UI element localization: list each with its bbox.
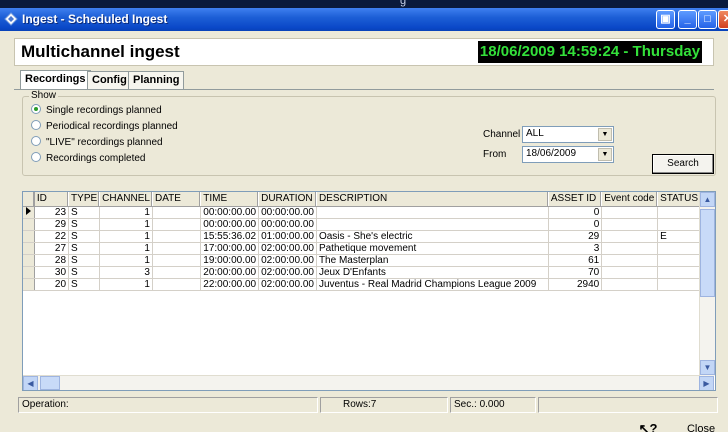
column-header-time[interactable]: TIME (200, 192, 260, 207)
column-header-status[interactable]: STATUS (657, 192, 702, 207)
scroll-right-icon[interactable]: ▶ (699, 376, 714, 390)
horizontal-scroll-thumb[interactable] (40, 376, 60, 390)
column-header-event-code[interactable]: Event code (601, 192, 659, 207)
tab-config[interactable]: Config (87, 71, 132, 89)
title-bar[interactable]: Ingest - Scheduled Ingest ▣ _ □ ✕ (0, 8, 728, 31)
radio-checked-icon[interactable] (31, 104, 41, 114)
maximize-button[interactable]: □ (698, 10, 717, 29)
top-strip-text: g (400, 0, 407, 7)
radio-recordings-completed[interactable]: Recordings completed (31, 152, 146, 166)
top-strip: g (0, 0, 728, 8)
horizontal-scrollbar[interactable]: ◀ ▶ (23, 375, 714, 390)
table-row[interactable]: 27 S 1 17:00:00.00 02:00:00.00 Pathetiqu… (23, 242, 715, 255)
radio-single-recordings[interactable]: Single recordings planned (31, 104, 162, 118)
page-title: Multichannel ingest (21, 42, 180, 61)
clock-display: 18/06/2009 14:59:24 - Thursday (478, 41, 702, 63)
table-header-row: ID TYPE CHANNEL DATE TIME DURATION DESCR… (23, 192, 715, 207)
status-extra (538, 397, 718, 413)
table-row[interactable]: 20 S 1 22:00:00.00 02:00:00.00 Juventus … (23, 278, 715, 291)
status-rows: Rows:7 (320, 397, 448, 413)
channel-select[interactable]: ALL ▼ (522, 126, 614, 143)
close-window-button[interactable]: ✕ (718, 10, 728, 29)
scroll-down-icon[interactable]: ▼ (700, 360, 715, 375)
status-bar: Operation: Rows:7 Sec.: 0.000 (18, 397, 718, 413)
table-row[interactable]: 28 S 1 19:00:00.00 02:00:00.00 The Maste… (23, 254, 715, 267)
tab-planning[interactable]: Planning (128, 71, 185, 89)
channel-label: Channel (483, 129, 521, 140)
status-seconds: Sec.: 0.000 (450, 397, 536, 413)
table-row[interactable]: 23 S 1 00:00:00.00 00:00:00.00 0 (23, 206, 715, 219)
column-header-asset-id[interactable]: ASSET ID (548, 192, 603, 207)
recordings-grid[interactable]: ID TYPE CHANNEL DATE TIME DURATION DESCR… (22, 191, 716, 391)
column-header-type[interactable]: TYPE (68, 192, 101, 207)
search-button[interactable]: Search (652, 154, 714, 174)
from-label: From (483, 149, 507, 160)
vertical-scrollbar[interactable]: ▲ ▼ (699, 192, 715, 376)
vertical-scroll-thumb[interactable] (700, 209, 715, 297)
row-header-corner (23, 192, 35, 207)
from-date-picker[interactable]: 18/06/2009 ▼ (522, 146, 614, 163)
app-header: Multichannel ingest 18/06/2009 14:59:24 … (14, 38, 714, 66)
help-button[interactable]: ↖? (628, 420, 668, 432)
tab-panel-border (14, 89, 714, 90)
ingest-window: Ingest - Scheduled Ingest ▣ _ □ ✕ Multic… (0, 8, 728, 432)
column-header-description[interactable]: DESCRIPTION (316, 192, 549, 207)
app-icon (4, 12, 18, 26)
tab-recordings[interactable]: Recordings (20, 70, 91, 90)
chevron-down-icon[interactable]: ▼ (598, 128, 612, 141)
minimize-button[interactable]: _ (678, 10, 697, 29)
current-row-icon (23, 206, 35, 219)
radio-icon[interactable] (31, 136, 41, 146)
status-operation: Operation: (18, 397, 318, 413)
table-row[interactable]: 30 S 3 20:00:00.00 02:00:00.00 Jeux D'En… (23, 266, 715, 279)
column-header-duration[interactable]: DURATION (258, 192, 317, 207)
radio-live-recordings[interactable]: "LIVE" recordings planned (31, 136, 163, 150)
table-row[interactable]: 29 S 1 00:00:00.00 00:00:00.00 0 (23, 218, 715, 231)
column-header-channel[interactable]: CHANNEL (99, 192, 153, 207)
radio-icon[interactable] (31, 120, 41, 130)
table-row[interactable]: 22 S 1 15:55:36.02 01:00:00.00 Oasis - S… (23, 230, 715, 243)
close-button[interactable]: Close (675, 420, 727, 432)
column-header-date[interactable]: DATE (152, 192, 202, 207)
recordings-table: ID TYPE CHANNEL DATE TIME DURATION DESCR… (23, 192, 715, 291)
pointer-help-icon: ↖ (638, 421, 650, 432)
chevron-down-icon[interactable]: ▼ (598, 148, 612, 161)
restore-icon[interactable]: ▣ (656, 10, 675, 29)
show-legend: Show (29, 90, 59, 101)
scroll-left-icon[interactable]: ◀ (23, 376, 38, 390)
radio-icon[interactable] (31, 152, 41, 162)
scroll-up-icon[interactable]: ▲ (700, 192, 715, 207)
column-header-id[interactable]: ID (34, 192, 70, 207)
window-title: Ingest - Scheduled Ingest (22, 12, 168, 26)
radio-periodical-recordings[interactable]: Periodical recordings planned (31, 120, 178, 134)
